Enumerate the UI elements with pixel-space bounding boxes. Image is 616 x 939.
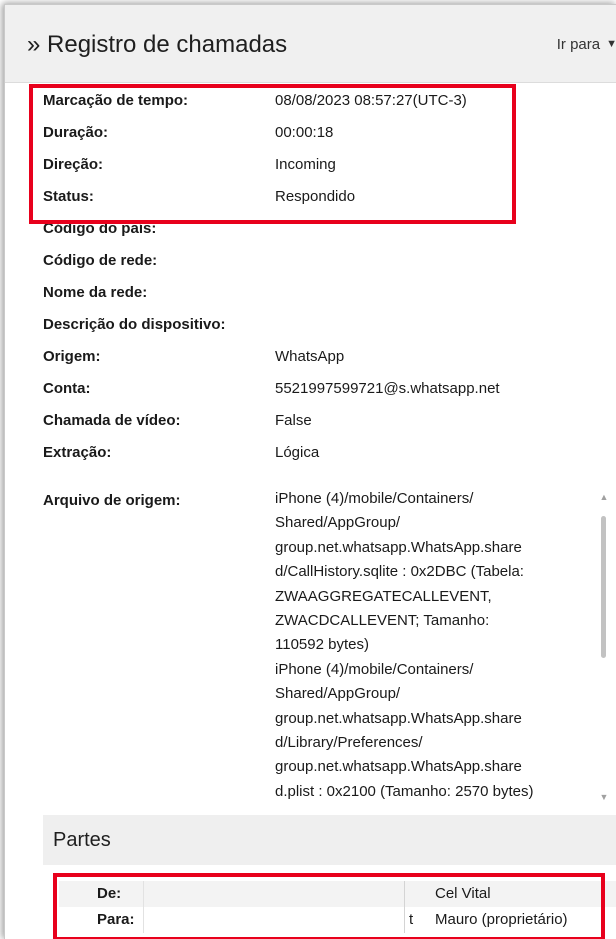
property-label: Nome da rede:	[43, 284, 148, 301]
property-row-account: Conta: 5521997599721@s.whatsapp.net	[5, 371, 605, 403]
property-value: False	[275, 412, 312, 429]
source-file-label: Arquivo de origem:	[43, 492, 181, 509]
property-row-video-call: Chamada de vídeo: False	[5, 403, 605, 435]
property-label: Extração:	[43, 444, 112, 461]
goto-dropdown[interactable]: Ir para ▼	[557, 36, 616, 53]
property-row-extraction: Extração: Lógica	[5, 435, 605, 467]
source-file-line: group.net.whatsapp.WhatsApp.share	[275, 538, 522, 556]
property-value: Lógica	[275, 444, 320, 461]
property-value: Respondido	[275, 188, 356, 205]
source-file-line: group.net.whatsapp.WhatsApp.share	[275, 758, 522, 776]
party-label: De:	[97, 885, 122, 902]
source-file-line: d.plist : 0x2100 (Tamanho: 2570 bytes)	[275, 782, 534, 800]
source-file-line: ZWAAGGREGATECALLEVENT,	[275, 587, 492, 605]
source-file-line: Shared/AppGroup/	[275, 685, 401, 703]
property-label: Duração:	[43, 124, 109, 141]
property-row-source: Origem: WhatsApp	[5, 339, 605, 371]
panel-header: » Registro de chamadas Ir para ▼	[5, 5, 616, 83]
source-file-line: d/Library/Preferences/	[275, 733, 423, 751]
property-label: Origem:	[43, 348, 101, 365]
property-row-direction: Direção: Incoming	[5, 147, 605, 179]
property-row-duration: Duração: 00:00:18	[5, 115, 605, 147]
column-divider	[143, 881, 144, 933]
property-row-status: Status: Respondido	[5, 179, 605, 211]
scroll-down-arrow-icon[interactable]: ▼	[596, 791, 612, 803]
source-file-line: d/CallHistory.sqlite : 0x2DBC (Tabela:	[275, 563, 524, 581]
goto-label: Ir para	[556, 36, 601, 53]
property-value: Incoming	[275, 156, 336, 173]
column-divider	[404, 881, 405, 933]
property-row-timestamp: Marcação de tempo: 08/08/2023 08:57:27(U…	[5, 83, 605, 115]
call-log-panel: » Registro de chamadas Ir para ▼ Marcação…	[4, 4, 616, 939]
parties-section-header: Partes	[43, 815, 616, 865]
property-row-device-description: Descrição do dispositivo:	[5, 307, 605, 339]
property-value: 08/08/2023 08:57:27(UTC-3)	[275, 92, 467, 109]
scroll-up-arrow-icon[interactable]: ▲	[596, 491, 612, 503]
page-title: » Registro de chamadas	[27, 31, 288, 58]
property-label: Código do país:	[43, 220, 157, 237]
property-label: Descrição do dispositivo:	[43, 316, 226, 333]
party-name: Mauro (proprietário)	[435, 911, 568, 928]
party-identifier-tail: t	[409, 911, 414, 928]
property-label: Marcação de tempo:	[43, 92, 189, 109]
property-label: Direção:	[43, 156, 104, 173]
party-label: Para:	[97, 911, 135, 928]
property-value: WhatsApp	[275, 348, 345, 365]
source-file-line: iPhone (4)/mobile/Containers/	[275, 660, 474, 678]
property-label: Código de rede:	[43, 252, 158, 269]
property-row-network-name: Nome da rede:	[5, 275, 605, 307]
property-row-network-code: Código de rede:	[5, 243, 605, 275]
source-file-line: Shared/AppGroup/	[275, 514, 401, 532]
property-value: 00:00:18	[275, 124, 334, 141]
property-label: Conta:	[43, 380, 91, 397]
property-label: Chamada de vídeo:	[43, 412, 181, 429]
party-name: Cel Vital	[435, 885, 491, 902]
property-label: Status:	[43, 188, 94, 205]
source-file-text[interactable]: iPhone (4)/mobile/Containers/ Shared/App…	[275, 487, 581, 803]
source-file-scrollbar[interactable]: ▲ ▼	[596, 491, 612, 803]
scroll-thumb[interactable]	[601, 516, 606, 658]
source-file-line: iPhone (4)/mobile/Containers/	[275, 490, 474, 507]
source-file-line: ZWACDCALLEVENT; Tamanho:	[275, 611, 490, 629]
source-file-line: group.net.whatsapp.WhatsApp.share	[275, 709, 522, 727]
parties-title: Partes	[53, 829, 111, 851]
property-row-country-code: Código do país:	[5, 211, 605, 243]
source-file-line: 110592 bytes)	[275, 636, 369, 654]
chevron-down-icon: ▼	[606, 38, 616, 50]
property-value[interactable]: 5521997599721@s.whatsapp.net	[275, 380, 500, 397]
